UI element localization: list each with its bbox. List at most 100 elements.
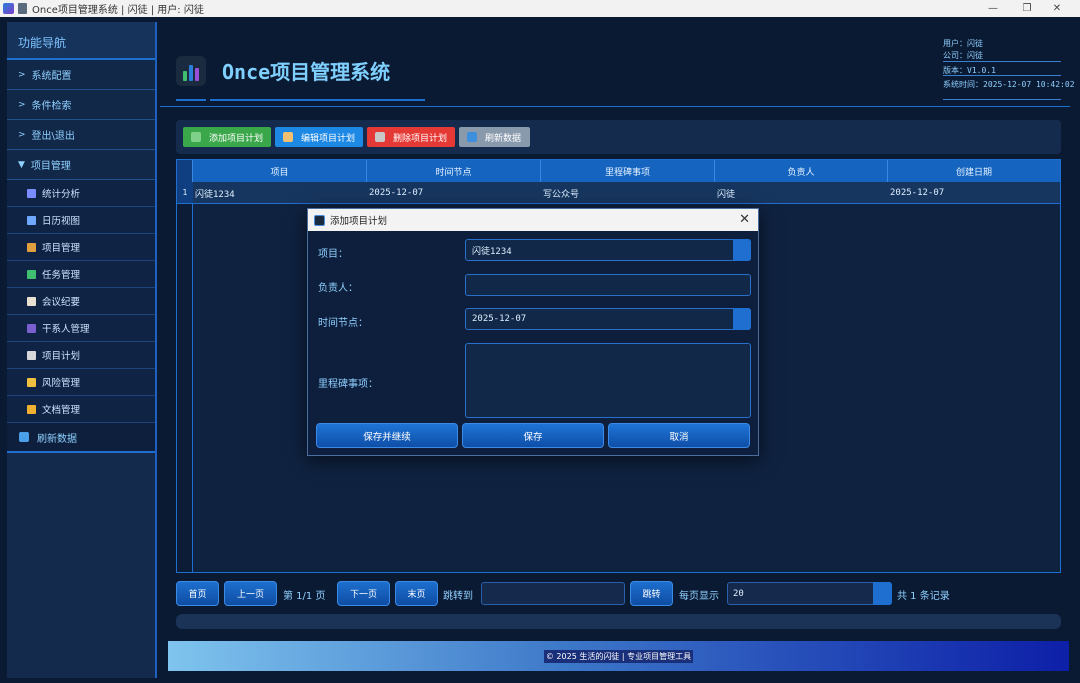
last-page-button[interactable]: 末页 <box>395 581 438 606</box>
table-cell[interactable]: 2025-12-07 <box>367 182 541 204</box>
sidebar-item-label: 条件检索 <box>31 101 72 112</box>
row-number: 1 <box>177 182 193 203</box>
first-page-button[interactable]: 首页 <box>176 581 219 606</box>
table-cell[interactable]: 写公众号 <box>541 182 715 204</box>
owner-input[interactable] <box>465 274 751 296</box>
milestone-textarea[interactable] <box>465 343 751 418</box>
table-row[interactable]: 1 闪徒1234 2025-12-07 写公众号 闪徒 2025-12-07 <box>177 182 1060 204</box>
table-cell[interactable]: 2025-12-07 <box>888 182 1060 204</box>
horizontal-scrollbar[interactable] <box>176 614 1061 629</box>
app-icon <box>314 214 325 226</box>
sidebar-subitem-risks[interactable]: 风险管理 <box>7 369 155 396</box>
user-info: 用户：闪徒 <box>943 39 983 48</box>
save-continue-button[interactable]: 保存并继续 <box>316 423 458 448</box>
milestone-label: 里程碑事项： <box>318 379 378 390</box>
sidebar-subitem-statistics[interactable]: 统计分析 <box>7 180 155 207</box>
column-header-created[interactable]: 创建日期 <box>888 160 1060 182</box>
date-label: 时间节点： <box>318 318 368 329</box>
trash-icon <box>375 132 385 142</box>
footer-text: © 2025 生活的闪徒 | 专业项目管理工具 <box>543 649 694 663</box>
sidebar-subitem-meetings[interactable]: 会议纪要 <box>7 288 155 315</box>
chevron-right-icon: > <box>18 99 26 110</box>
divider <box>943 75 1061 76</box>
header-divider <box>160 106 1070 107</box>
date-picker[interactable]: 2025-12-07 <box>465 308 751 330</box>
warning-icon <box>27 377 36 387</box>
per-page-label: 每页显示 <box>679 591 719 602</box>
add-plan-button[interactable]: 添加项目计划 <box>183 127 271 147</box>
sidebar-subitem-label: 项目管理 <box>42 243 81 254</box>
system-time: 系统时间：2025-12-07 10:42:02 <box>943 80 1075 89</box>
cancel-button[interactable]: 取消 <box>608 423 750 448</box>
sidebar-subitem-projects[interactable]: 项目管理 <box>7 234 155 261</box>
project-select[interactable]: 闪徒1234 <box>465 239 751 261</box>
column-header-milestone[interactable]: 里程碑事项 <box>541 160 715 182</box>
table-corner <box>177 160 193 182</box>
toolbar: 添加项目计划 编辑项目计划 删除项目计划 刷新数据 <box>176 120 1061 154</box>
sidebar-subitem-label: 统计分析 <box>42 189 81 200</box>
header-underline <box>176 99 206 101</box>
sidebar-subitem-stakeholders[interactable]: 干系人管理 <box>7 315 155 342</box>
dropdown-arrow-icon[interactable] <box>733 239 751 261</box>
table-cell[interactable]: 闪徒 <box>715 182 888 204</box>
sidebar-subitem-label: 会议纪要 <box>42 297 81 308</box>
sidebar-subitem-tasks[interactable]: 任务管理 <box>7 261 155 288</box>
next-page-button[interactable]: 下一页 <box>337 581 390 606</box>
table-header: 项目 时间节点 里程碑事项 负责人 创建日期 <box>177 160 1060 182</box>
project-icon <box>27 242 36 252</box>
sidebar-item-label: 项目管理 <box>30 161 71 172</box>
footer: © 2025 生活的闪徒 | 专业项目管理工具 <box>168 641 1069 671</box>
sidebar-subitem-documents[interactable]: 文档管理 <box>7 396 155 423</box>
jump-button[interactable]: 跳转 <box>630 581 673 606</box>
check-icon <box>27 269 36 279</box>
page-title: Once项目管理系统 <box>222 60 391 84</box>
sidebar-subitem-label: 干系人管理 <box>42 324 90 335</box>
sidebar-subitem-label: 风险管理 <box>42 378 81 389</box>
app-icon <box>3 3 14 14</box>
folder-icon <box>27 404 36 414</box>
edit-plan-button[interactable]: 编辑项目计划 <box>275 127 363 147</box>
people-icon <box>27 323 36 333</box>
window-titlebar: Once项目管理系统 | 闪徒 | 用户: 闪徒 — ❐ ✕ <box>0 0 1080 17</box>
sidebar-subitem-plans[interactable]: 项目计划 <box>7 342 155 369</box>
sidebar-subitem-label: 项目计划 <box>42 351 81 362</box>
save-button[interactable]: 保存 <box>462 423 604 448</box>
divider <box>943 99 1061 100</box>
column-header-project[interactable]: 项目 <box>193 160 367 182</box>
prev-page-button[interactable]: 上一页 <box>224 581 277 606</box>
sidebar-refresh-button[interactable]: 刷新数据 <box>7 423 155 453</box>
sidebar-subitem-label: 日历视图 <box>42 216 81 227</box>
sidebar-item-project-management[interactable]: ▼ 项目管理 <box>7 150 155 180</box>
jump-page-input[interactable] <box>481 582 625 605</box>
delete-plan-button[interactable]: 删除项目计划 <box>367 127 455 147</box>
plus-icon <box>191 132 201 142</box>
sidebar-header: 功能导航 <box>7 22 155 60</box>
row-header-column <box>177 204 193 572</box>
header-underline <box>210 99 425 101</box>
pencil-icon <box>283 132 293 142</box>
chevron-right-icon: > <box>18 69 26 80</box>
close-icon[interactable]: ✕ <box>739 212 750 227</box>
chart-icon <box>27 188 36 198</box>
refresh-icon <box>19 432 29 442</box>
column-header-time[interactable]: 时间节点 <box>367 160 541 182</box>
dropdown-arrow-icon[interactable] <box>873 582 892 605</box>
sidebar-item-system-config[interactable]: > 系统配置 <box>7 60 155 90</box>
clipboard-icon <box>27 350 36 360</box>
table-cell[interactable]: 闪徒1234 <box>193 182 367 204</box>
sidebar-subitem-calendar[interactable]: 日历视图 <box>7 207 155 234</box>
per-page-select[interactable]: 20 <box>727 582 892 605</box>
sidebar-item-search[interactable]: > 条件检索 <box>7 90 155 120</box>
sidebar-item-logout[interactable]: > 登出\退出 <box>7 120 155 150</box>
project-label: 项目： <box>318 249 348 260</box>
sidebar-subitem-label: 文档管理 <box>42 405 81 416</box>
refresh-icon <box>467 132 477 142</box>
calendar-dropdown-icon[interactable] <box>733 308 751 330</box>
refresh-data-button[interactable]: 刷新数据 <box>459 127 530 147</box>
column-header-owner[interactable]: 负责人 <box>715 160 888 182</box>
chevron-down-icon: ▼ <box>18 159 25 170</box>
close-window-button[interactable]: ✕ <box>1034 0 1080 17</box>
sidebar-subitem-label: 任务管理 <box>42 270 81 281</box>
jump-label: 跳转到 <box>443 591 473 602</box>
company-info: 公司：闪徒 <box>943 51 983 60</box>
